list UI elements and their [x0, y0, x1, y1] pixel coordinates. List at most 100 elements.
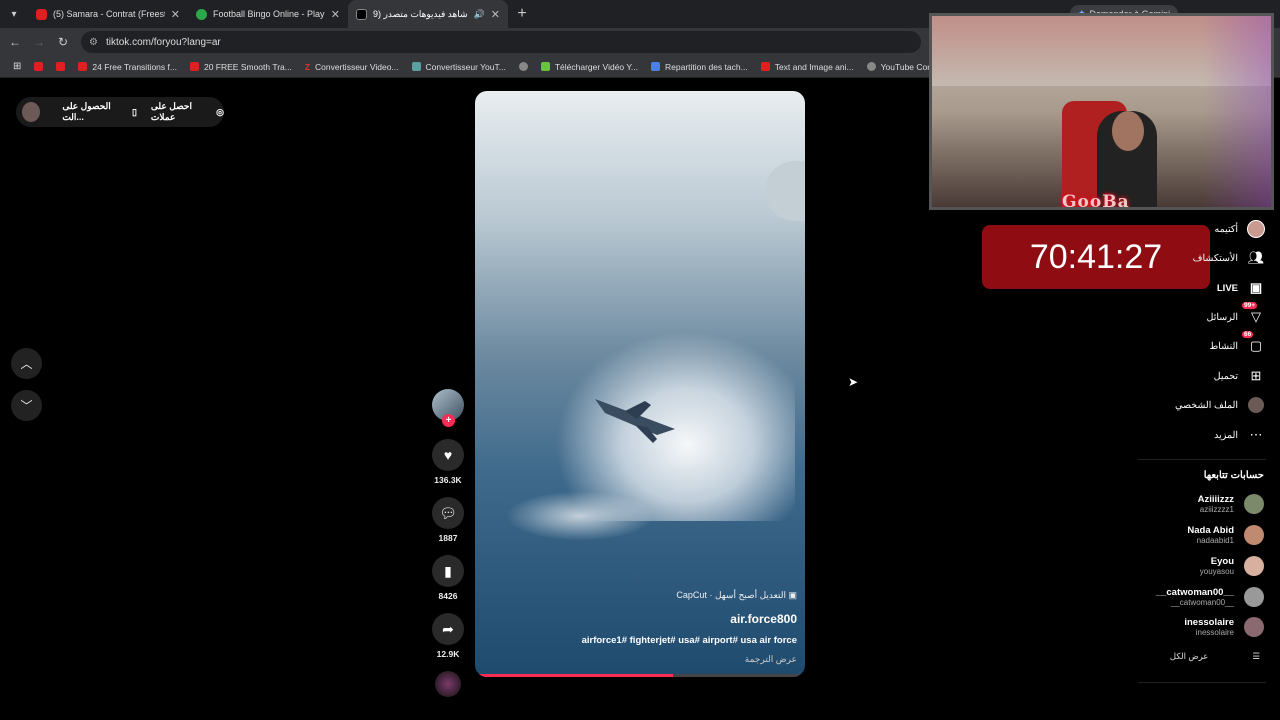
close-tab-icon[interactable]: ✕ — [171, 8, 180, 21]
sidebar-item-activity[interactable]: النشاط ▢ 66 — [1209, 331, 1266, 356]
comment-button[interactable]: 💬︎ — [432, 497, 464, 529]
share-button[interactable]: ➦ — [432, 613, 464, 645]
bookmark-repartition[interactable]: Repartition des tach... — [651, 62, 748, 72]
youtube-icon — [78, 62, 88, 71]
music-disc-icon[interactable] — [435, 671, 461, 697]
follow-plus-icon[interactable]: + — [442, 414, 455, 427]
bookmark-text-image[interactable]: Text and Image ani... — [760, 61, 854, 72]
video-author[interactable]: air.force800 — [730, 612, 797, 626]
activity-icon: ▢ 66 — [1242, 331, 1263, 353]
bookmark-youtube-1[interactable] — [34, 62, 44, 71]
account-username: __catwoman00__ — [1170, 598, 1234, 607]
following-account-4[interactable]: inessolaire inessolaire — [1184, 617, 1264, 637]
following-account-1[interactable]: Nada Abid nadaabid1 — [1187, 525, 1264, 545]
tab-tiktok[interactable]: شاهد فيديوهات متصدر (99+) 🔊 ✕ — [348, 0, 508, 28]
account-name: Nada Abid — [1187, 525, 1234, 536]
save-count: 8426 — [438, 591, 458, 601]
bookmark-convertisseur-youtube[interactable]: Convertisseur YouT... — [411, 62, 506, 72]
next-video-button[interactable]: ﹀ — [11, 390, 42, 421]
sidebar-item-more[interactable]: المزيد ⋯ — [1214, 425, 1266, 445]
video-island — [765, 161, 805, 221]
account-name: Aziiiizzz — [1197, 494, 1234, 505]
speaker-icon[interactable]: 🔊 — [474, 9, 485, 20]
see-translation-link[interactable]: عرض الترجمة — [745, 654, 797, 665]
bookmark-label: Text and Image ani... — [774, 61, 854, 72]
sidebar-item-0[interactable]: أكتيمه — [1215, 219, 1266, 239]
see-all-button[interactable]: عرض الكل ☰ — [1170, 651, 1260, 662]
capcut-label[interactable]: CapCut · التعديل أصبح أسهل ▣ — [676, 590, 797, 601]
video-progress-bar[interactable] — [475, 674, 805, 677]
bookmark-globe[interactable] — [518, 62, 528, 71]
sidebar-item-label: المزيد — [1214, 429, 1238, 441]
bookmark-convertisseur-video[interactable]: Z Convertisseur Video... — [305, 62, 399, 72]
video-player[interactable]: CapCut · التعديل أصبح أسهل ▣ air.force80… — [475, 91, 805, 677]
avatar[interactable] — [22, 102, 41, 122]
led-lights — [1202, 16, 1271, 207]
streamer-logo: GooBa — [1062, 192, 1130, 210]
share-icon: ➦ — [442, 620, 454, 637]
more-icon: ⋯ — [1249, 427, 1263, 442]
avatar — [1244, 617, 1264, 637]
bookmark-smooth[interactable]: 20 FREE Smooth Tra... — [189, 62, 292, 72]
account-username: nadaabid1 — [1196, 536, 1234, 545]
get-app-button[interactable]: الحصول على الت... ▯ — [62, 101, 137, 123]
get-coins-button[interactable]: احصل على عملات ◎ — [151, 101, 224, 123]
avatar — [1244, 525, 1264, 545]
new-tab-button[interactable]: + — [508, 0, 536, 28]
chevron-up-icon: ︿ — [20, 357, 33, 371]
live-icon: ▣ — [1249, 280, 1263, 295]
creator-avatar[interactable]: + — [432, 389, 464, 427]
bookmark-youtube-2[interactable] — [56, 62, 66, 71]
get-app-label: الحصول على الت... — [62, 101, 111, 122]
site-info-icon[interactable]: ⚙ — [89, 37, 98, 48]
see-all-label: عرض الكل — [1169, 651, 1209, 661]
reload-button[interactable]: ↻ — [51, 28, 75, 56]
tab-football-bingo[interactable]: Football Bingo Online - Play No ✕ — [188, 0, 348, 28]
save-button[interactable]: ▮ — [432, 555, 464, 587]
url-text: tiktok.com/foryou?lang=ar — [105, 36, 221, 48]
youtube-icon — [36, 8, 47, 20]
heart-icon: ♥ — [443, 447, 453, 463]
url-field[interactable]: ⚙ tiktok.com/foryou?lang=ar — [81, 31, 921, 53]
video-hashtags[interactable]: airforce1# fighterjet# usa# airport# usa… — [582, 635, 797, 646]
sidebar-item-1[interactable]: الأستكشاف 👥︎ — [1193, 248, 1266, 268]
list-icon: ☰ — [1252, 651, 1260, 661]
sidebar-item-label: الملف الشخصي — [1175, 399, 1238, 411]
capcut-icon: ▣ — [788, 590, 797, 600]
video-actions: + ♥ 136.3K 💬︎ 1887 ▮ 8426 ➦ 12.9K — [430, 389, 466, 697]
close-tab-icon[interactable]: ✕ — [331, 8, 340, 21]
following-account-3[interactable]: __catwoman00__ __catwoman00__ — [1156, 587, 1264, 607]
bookmark-transitions[interactable]: 24 Free Transitions f... — [78, 62, 177, 72]
sidebar-item-label: النشاط — [1209, 340, 1238, 352]
forward-button[interactable]: → — [27, 28, 51, 56]
tab-search-button[interactable]: ▾ — [0, 0, 28, 28]
following-account-2[interactable]: Eyou youyasou — [1200, 556, 1264, 576]
bookmark-telecharger[interactable]: Télécharger Vidéo Y... — [540, 62, 638, 72]
sidebar-item-profile[interactable]: الملف الشخصي — [1175, 395, 1266, 415]
tab-title: شاهد فيديوهات متصدر (99+) — [373, 8, 468, 19]
account-name: Eyou — [1210, 556, 1234, 567]
account-name: __catwoman00__ — [1155, 587, 1234, 598]
youtube-icon — [34, 62, 44, 71]
apps-icon[interactable]: ⊞ — [13, 61, 21, 72]
download-icon — [540, 62, 550, 71]
avatar — [1244, 587, 1264, 607]
sidebar-item-upload[interactable]: تحميل ⊞ — [1214, 366, 1266, 386]
close-tab-icon[interactable]: ✕ — [491, 8, 500, 21]
sidebar-item-messages[interactable]: الرسائل ▽ 99+ — [1206, 302, 1266, 327]
sidebar-item-live[interactable]: LIVE ▣ — [1217, 278, 1266, 298]
like-button[interactable]: ♥ — [432, 439, 464, 471]
account-username: youyasou — [1199, 567, 1234, 576]
streamer-face — [1112, 111, 1144, 151]
top-actions-pill: الحصول على الت... ▯ احصل على عملات ◎ — [16, 97, 224, 127]
back-button[interactable]: ← — [3, 28, 27, 56]
share-count: 12.9K — [436, 649, 460, 659]
sidebar-item-label: الرسائل — [1206, 311, 1238, 323]
previous-video-button[interactable]: ︿ — [11, 348, 42, 379]
avatar-icon — [1246, 219, 1266, 239]
globe-icon — [196, 8, 207, 20]
youtube-icon — [189, 62, 199, 71]
following-account-0[interactable]: Aziiiizzz aziiizzzz1 — [1198, 494, 1264, 514]
tab-youtube[interactable]: (5) Samara - Contrat (Freestyle) ✕ — [28, 0, 188, 28]
globe-icon — [518, 62, 528, 71]
